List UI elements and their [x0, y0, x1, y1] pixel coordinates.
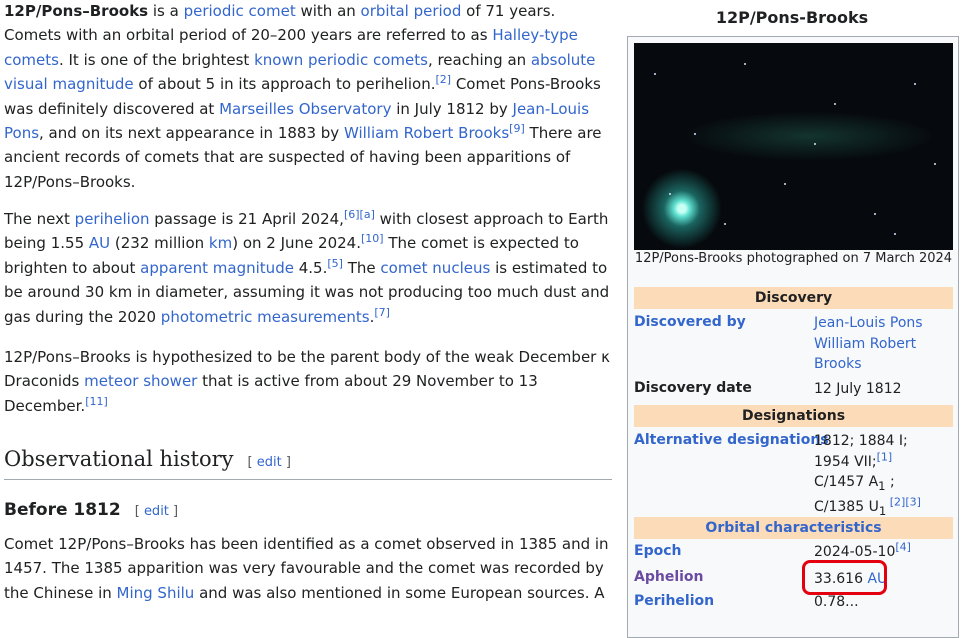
- link-william-robert-brooks[interactable]: William Robert Brooks: [814, 336, 916, 373]
- star: [744, 63, 746, 65]
- text: , reaching an: [427, 50, 531, 69]
- subsection-heading-text: Before 1812: [4, 500, 121, 520]
- star: [874, 213, 876, 215]
- citation-link[interactable]: [1]: [877, 450, 893, 463]
- star: [654, 73, 656, 75]
- link-orbital-period[interactable]: orbital period: [361, 2, 462, 20]
- note-link[interactable]: [a]: [360, 208, 375, 221]
- citation-link[interactable]: [10]: [361, 232, 384, 245]
- discoverers: Jean-Louis Pons William Robert Brooks: [814, 313, 952, 375]
- discovery-date-value: 12 July 1812: [814, 381, 902, 397]
- edit-link[interactable]: edit: [257, 455, 282, 470]
- text: in July 1812 by: [391, 99, 513, 118]
- bracket: ]: [168, 504, 179, 519]
- citation-link[interactable]: [4]: [895, 540, 911, 553]
- designation: 1812; 1884 I;: [814, 433, 908, 449]
- link-marseilles-observatory[interactable]: Marseilles Observatory: [219, 100, 391, 118]
- edit-section: [ edit ]: [135, 504, 178, 519]
- discovery-date-label: Discovery date: [634, 380, 752, 396]
- link-william-robert-brooks[interactable]: William Robert Brooks: [344, 124, 509, 142]
- bracket: [: [134, 504, 144, 519]
- subscript: 1: [878, 478, 886, 493]
- text: . It is one of the brightest: [58, 50, 255, 69]
- perihelion-paragraph: The next perihelion passage is 21 April …: [4, 207, 612, 329]
- bracket: ]: [281, 455, 291, 470]
- section-header-designations: Designations: [634, 405, 953, 427]
- citation-link[interactable]: [2][3]: [886, 495, 921, 508]
- star: [694, 133, 696, 135]
- article-subject: 12P/Pons–Brooks: [4, 2, 149, 20]
- text: (232 million: [110, 234, 209, 253]
- star: [814, 143, 816, 145]
- citation-link[interactable]: [2]: [435, 73, 451, 86]
- citation-link[interactable]: [5]: [327, 257, 343, 270]
- edit-link[interactable]: edit: [144, 504, 169, 519]
- link-apparent-magnitude[interactable]: apparent magnitude: [140, 259, 294, 277]
- perihelion-value: 0.78...: [814, 594, 859, 610]
- link-periodic-comet[interactable]: periodic comet: [184, 2, 296, 20]
- star: [894, 233, 896, 235]
- star: [724, 223, 726, 225]
- text: 4.5.: [293, 258, 328, 277]
- designation: C/1457 A: [814, 474, 879, 491]
- text: passage is 21 April 2024,: [149, 210, 344, 228]
- link-known-periodic-comets[interactable]: known periodic comets: [254, 51, 428, 69]
- aphelion-label[interactable]: Aphelion: [634, 567, 704, 587]
- star: [669, 193, 671, 195]
- infobox-title: 12P/Pons-Brooks: [715, 8, 869, 27]
- text: , and on its next appearance in 1883 by: [39, 124, 344, 143]
- text: of about 5 in its approach to perihelion…: [133, 75, 436, 94]
- link-km[interactable]: km: [209, 234, 232, 252]
- infobox: 12P/Pons-Brooks photographed on 7 March …: [627, 36, 959, 638]
- designation: ;: [885, 474, 895, 491]
- text: ) on 2 June 2024.: [232, 234, 361, 253]
- before-1812-paragraph: Comet 12P/Pons–Brooks has been identifie…: [4, 532, 612, 605]
- epoch-label[interactable]: Epoch: [634, 541, 681, 561]
- link-comet-nucleus[interactable]: comet nucleus: [380, 259, 490, 277]
- text: is a: [148, 2, 184, 20]
- star: [784, 183, 786, 185]
- link-photometric-measurements[interactable]: photometric measurements: [161, 308, 370, 326]
- citation-link[interactable]: [11]: [85, 395, 108, 408]
- section-header-discovery: Discovery: [634, 287, 953, 309]
- link-jean-louis-pons[interactable]: Jean-Louis Pons: [814, 315, 923, 331]
- link-perihelion[interactable]: perihelion: [75, 210, 150, 228]
- text: and was also mentioned in some European …: [194, 583, 605, 602]
- alternative-designations-label[interactable]: Alternative designations: [634, 430, 829, 450]
- star: [934, 163, 936, 165]
- discovered-by-label[interactable]: Discovered by: [634, 312, 746, 332]
- alternative-designations-value: 1812; 1884 I; 1954 VII;[1] C/1457 A1 ; C…: [814, 431, 952, 521]
- citation-link[interactable]: [7]: [374, 306, 390, 319]
- designation: C/1385 U: [814, 498, 879, 515]
- citation-link[interactable]: [6]: [344, 208, 360, 221]
- highlight-annotation: [802, 560, 887, 595]
- link-meteor-shower[interactable]: meteor shower: [84, 372, 197, 390]
- text: The: [342, 258, 381, 277]
- citation-link[interactable]: [9]: [509, 122, 525, 135]
- star: [914, 83, 916, 85]
- subsection-heading-before-1812: Before 1812 [ edit ]: [4, 497, 178, 525]
- meteor-shower-paragraph: 12P/Pons–Brooks is hypothesized to be th…: [4, 345, 612, 418]
- text: with an: [295, 2, 361, 20]
- comet-photo[interactable]: [634, 43, 953, 250]
- intro-paragraph: 12P/Pons–Brooks is a periodic comet with…: [4, 0, 612, 194]
- link-ming-shilu[interactable]: Ming Shilu: [117, 584, 195, 602]
- photo-caption: 12P/Pons-Brooks photographed on 7 March …: [634, 251, 953, 266]
- epoch-date: 2024-05-10: [814, 544, 896, 560]
- bracket: [: [247, 455, 257, 470]
- link-au[interactable]: AU: [89, 234, 110, 252]
- text: The next: [4, 210, 75, 228]
- star: [834, 103, 836, 105]
- designation: 1954 VII;: [814, 453, 877, 470]
- section-heading-text: Observational history: [4, 447, 234, 471]
- section-header-orbital[interactable]: Orbital characteristics: [634, 517, 953, 539]
- edit-section: [ edit ]: [248, 455, 291, 470]
- perihelion-label[interactable]: Perihelion: [634, 591, 714, 611]
- section-heading-observational-history: Observational history [ edit ]: [4, 444, 612, 480]
